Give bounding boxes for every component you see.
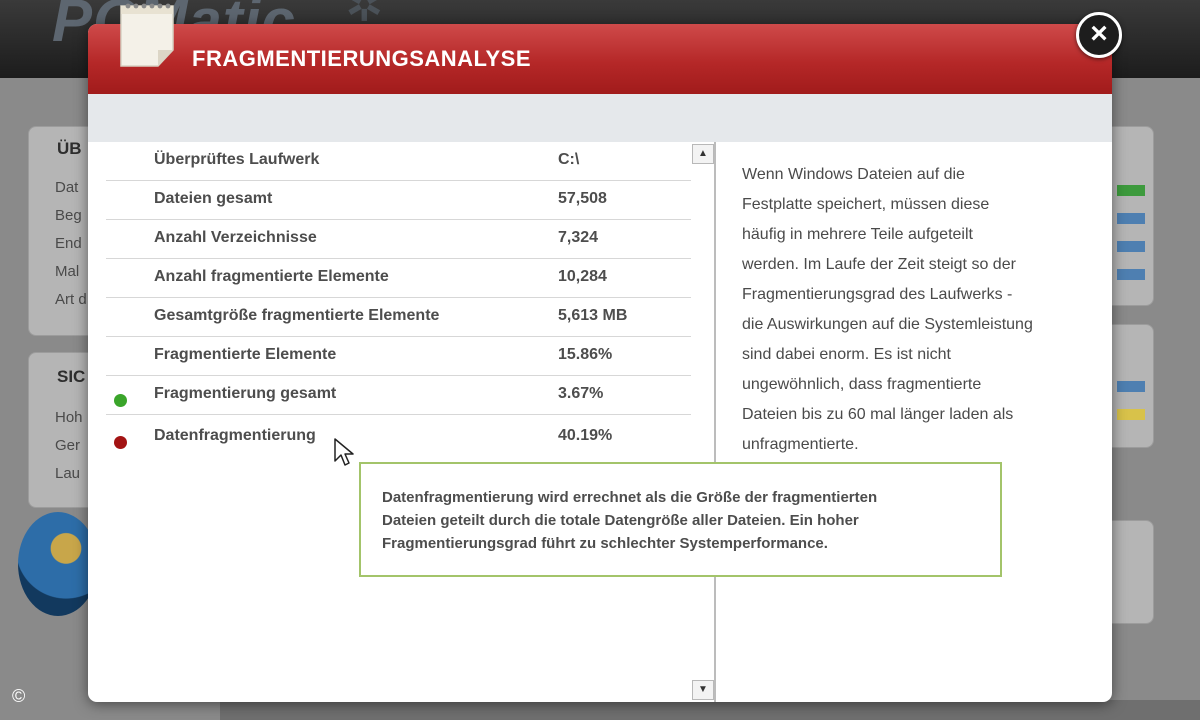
status-bar-indicator [1117,241,1145,252]
background-panel-line: Ger [55,437,81,454]
stats-value: 7,324 [558,229,599,246]
stats-row: Anzahl Verzeichnisse 7,324 [106,220,691,259]
stats-label: Überprüftes Laufwerk [154,151,320,168]
stats-row: Anzahl fragmentierte Elemente 10,284 [106,259,691,298]
mouse-pointer-icon [333,437,357,469]
fragmentation-description: Wenn Windows Dateien auf die Festplatte … [742,160,1092,460]
stats-value: 10,284 [558,268,607,285]
description-line: werden. Im Laufe der Zeit steigt so der [742,256,1016,273]
stats-row: Überprüftes Laufwerk C:\ [106,142,691,181]
stats-label[interactable]: Datenfragmentierung [154,427,316,445]
background-panel-line: Art d [55,291,87,308]
status-bar-indicator [1117,381,1145,392]
stats-row: Fragmentierte Elemente 15.86% [106,337,691,376]
status-bar-indicator [1117,185,1145,196]
description-line: unfragmentierte. [742,436,859,453]
scroll-up-arrow-icon[interactable]: ▲ [692,144,714,164]
background-footer [220,700,1200,720]
status-bar-indicator [1117,409,1145,420]
background-panel-line: Mal [55,263,80,280]
description-line: ungewöhnlich, dass fragmentierte [742,376,982,393]
datenfragmentierung-tooltip: Datenfragmentierung wird errechnet als d… [359,462,1002,577]
tooltip-line: Dateien geteilt durch die totale Datengr… [382,512,859,529]
stats-label: Fragmentierte Elemente [154,346,337,363]
stats-row: Fragmentierung gesamt 3.67% [106,376,691,415]
description-line: häufig in mehrere Teile aufgeteilt [742,226,973,243]
status-bar-indicator [1117,269,1145,280]
stats-table: Überprüftes Laufwerk C:\ Dateien gesamt … [106,142,691,702]
stats-label: Anzahl Verzeichnisse [154,229,317,246]
stats-value: 40.19% [558,427,613,444]
status-dot-green-icon [114,394,127,407]
globe-icon [18,512,98,616]
stats-row: Gesamtgröße fragmentierte Elemente 5,613… [106,298,691,337]
status-dot-red-icon [114,436,127,449]
background-panel-title: SIC [57,367,86,386]
stats-scrollbar[interactable]: ▲ ▼ [692,142,716,702]
stats-row: Dateien gesamt 57,508 [106,181,691,220]
dialog-header: FRAGMENTIERUNGSANALYSE [88,24,1112,94]
description-line: Festplatte speichert, müssen diese [742,196,990,213]
stats-label: Dateien gesamt [154,190,273,207]
stats-value: 5,613 MB [558,307,628,324]
background-panel-line: Beg [55,207,82,224]
stats-label: Anzahl fragmentierte Elemente [154,268,389,285]
dialog-subheader-bar [88,94,1112,142]
background-panel-title: ÜB [57,139,82,158]
tooltip-line: Datenfragmentierung wird errechnet als d… [382,489,878,506]
stats-value: 3.67% [558,385,604,402]
background-panel-line: Lau [55,465,81,482]
dialog-title: FRAGMENTIERUNGSANALYSE [192,46,531,71]
tooltip-line: Fragmentierungsgrad führt zu schlechter … [382,535,828,552]
status-bar-indicator [1117,213,1145,224]
background-panel-line: Dat [55,179,79,196]
description-line: Fragmentierungsgrad des Laufwerks - [742,286,1013,303]
close-icon[interactable]: × [1076,12,1122,58]
stats-label[interactable]: Fragmentierung gesamt [154,385,336,403]
description-line: Dateien bis zu 60 mal länger laden als [742,406,1014,423]
stats-value: 57,508 [558,190,607,207]
description-line: sind dabei enorm. Es ist nicht [742,346,951,363]
description-line: Wenn Windows Dateien auf die [742,166,965,183]
stats-value: 15.86% [558,346,613,363]
background-panel-line: Hoh [55,409,83,426]
notepad-icon [118,0,176,70]
background-panel-line: End [55,235,82,252]
fragmentation-analysis-dialog: FRAGMENTIERUNGSANALYSE Überprüftes Laufw… [88,24,1112,702]
stats-value: C:\ [558,151,580,168]
copyright-mark: © [12,686,26,706]
stats-label: Gesamtgröße fragmentierte Elemente [154,307,440,324]
scroll-down-arrow-icon[interactable]: ▼ [692,680,714,700]
stats-row: Datenfragmentierung 40.19% [106,415,691,459]
description-line: die Auswirkungen auf die Systemleistung [742,316,1033,333]
